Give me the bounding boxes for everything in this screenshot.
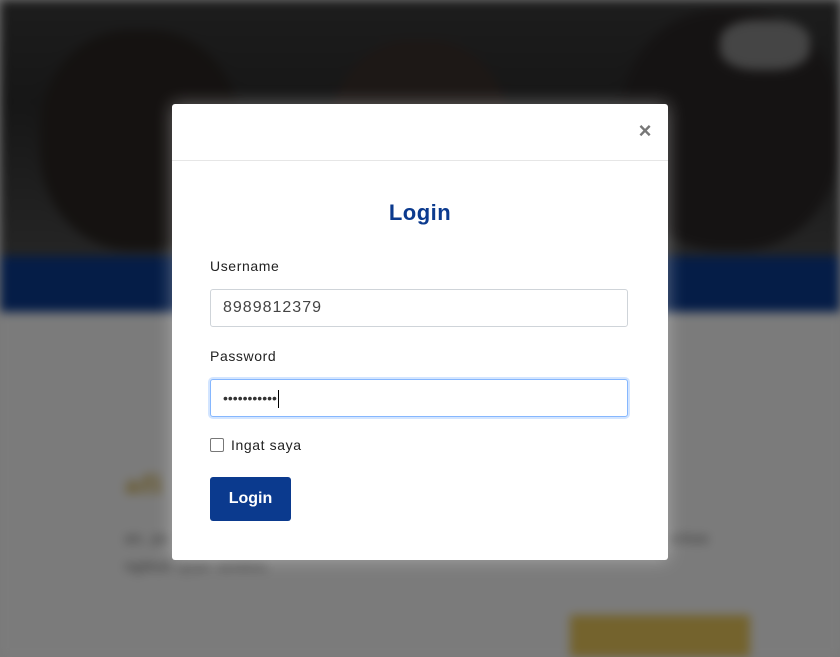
text-caret (277, 390, 279, 409)
password-input[interactable]: ••••••••••• (210, 379, 628, 417)
username-input[interactable]: 8989812379 (210, 289, 628, 327)
close-icon[interactable]: × (638, 120, 652, 142)
login-button[interactable]: Login (210, 477, 291, 521)
password-label: Password (210, 348, 277, 364)
remember-label[interactable]: Ingat saya (231, 437, 302, 453)
modal-header: × (172, 104, 668, 161)
username-label: Username (210, 258, 280, 274)
page: afi an, pe ngikuti ujian seleksi. erkas … (0, 0, 840, 657)
password-value: ••••••••••• (223, 390, 277, 406)
remember-checkbox[interactable] (210, 438, 224, 452)
username-value: 8989812379 (223, 299, 322, 316)
login-modal: × Login Username 8989812379 Password •••… (172, 104, 668, 560)
remember-me[interactable]: Ingat saya (210, 437, 302, 453)
modal-title: Login (388, 200, 452, 225)
